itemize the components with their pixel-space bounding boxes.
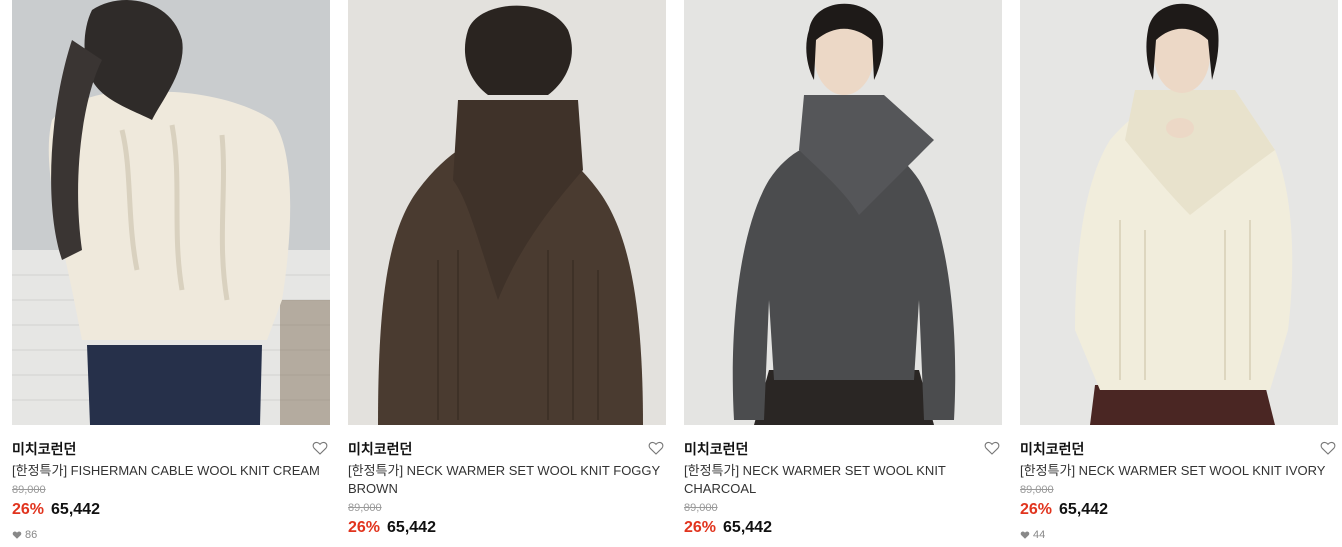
sale-price: 65,442 (387, 519, 436, 536)
heart-outline-icon[interactable] (984, 440, 1000, 456)
like-count-value: 86 (25, 529, 38, 541)
like-count: 44 (1020, 528, 1338, 542)
product-image[interactable] (684, 0, 1002, 425)
original-price: 89,000 (684, 502, 718, 514)
price-row: 26% 65,442 (348, 518, 666, 538)
original-price: 89,000 (12, 484, 46, 496)
discount-rate: 26% (12, 501, 45, 518)
like-count-value: 44 (1033, 529, 1046, 541)
discount-rate: 26% (1020, 501, 1053, 518)
heart-filled-icon (12, 531, 22, 539)
brand-name[interactable]: 미치코런던 (348, 439, 666, 459)
like-count: 86 (12, 528, 330, 542)
product-image[interactable] (1020, 0, 1338, 425)
product-title[interactable]: [한정특가] NECK WARMER SET WOOL KNIT IVORY (1020, 462, 1338, 480)
sale-price: 65,442 (51, 501, 100, 518)
product-title[interactable]: [한정특가] NECK WARMER SET WOOL KNIT CHARCOA… (684, 462, 1002, 498)
heart-outline-icon[interactable] (648, 440, 664, 456)
price-row: 26% 65,442 (12, 500, 330, 520)
original-price: 89,000 (1020, 484, 1054, 496)
brand-name[interactable]: 미치코런던 (1020, 439, 1338, 459)
product-image[interactable] (12, 0, 330, 425)
price-row: 26% 65,442 (684, 518, 1002, 538)
heart-filled-icon (1020, 531, 1030, 539)
product-card[interactable]: 미치코런던 [한정특가] NECK WARMER SET WOOL KNIT F… (348, 0, 666, 547)
product-card[interactable]: 미치코런던 [한정특가] NECK WARMER SET WOOL KNIT I… (1020, 0, 1338, 547)
price-row: 26% 65,442 (1020, 500, 1338, 520)
product-grid: 미치코런던 [한정특가] FISHERMAN CABLE WOOL KNIT C… (0, 0, 1342, 547)
brand-name[interactable]: 미치코런던 (12, 439, 330, 459)
product-card[interactable]: 미치코런던 [한정특가] FISHERMAN CABLE WOOL KNIT C… (12, 0, 330, 547)
product-image[interactable] (348, 0, 666, 425)
brand-name[interactable]: 미치코런던 (684, 439, 1002, 459)
heart-outline-icon[interactable] (312, 440, 328, 456)
discount-rate: 26% (348, 519, 381, 536)
product-title[interactable]: [한정특가] FISHERMAN CABLE WOOL KNIT CREAM (12, 462, 330, 480)
heart-outline-icon[interactable] (1320, 440, 1336, 456)
original-price: 89,000 (348, 502, 382, 514)
product-card[interactable]: 미치코런던 [한정특가] NECK WARMER SET WOOL KNIT C… (684, 0, 1002, 547)
discount-rate: 26% (684, 519, 717, 536)
sale-price: 65,442 (1059, 501, 1108, 518)
sale-price: 65,442 (723, 519, 772, 536)
product-title[interactable]: [한정특가] NECK WARMER SET WOOL KNIT FOGGY B… (348, 462, 666, 498)
